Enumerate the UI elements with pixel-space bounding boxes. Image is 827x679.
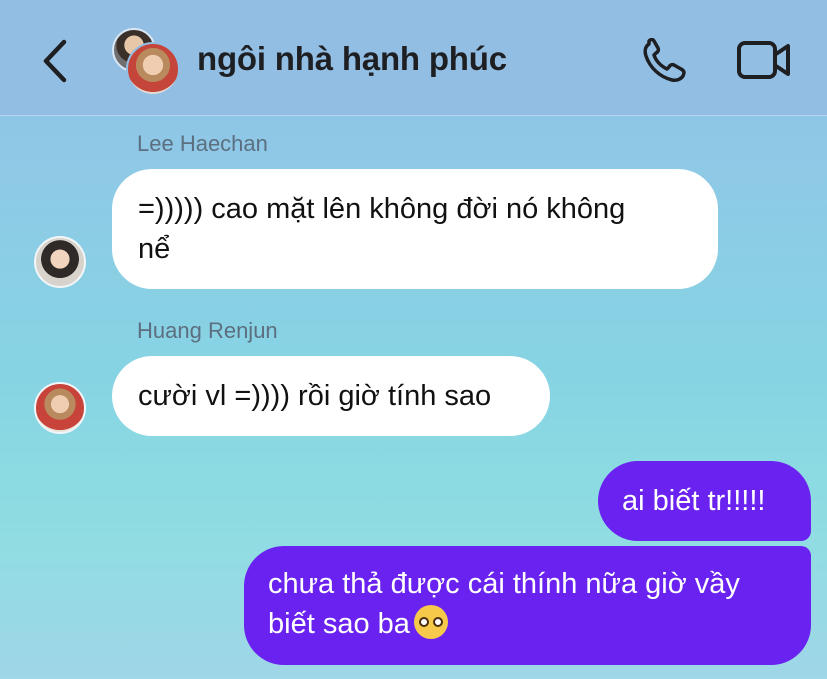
sender-name: Lee Haechan [137, 131, 268, 156]
video-camera-icon [737, 41, 790, 79]
pleading-face-emoji [413, 605, 448, 639]
group-avatar[interactable] [112, 28, 180, 96]
back-button[interactable] [38, 38, 74, 84]
sender-name: Huang Renjun [137, 318, 278, 343]
message-bubble[interactable]: chưa thả được cái thính nữa giờ vầy biết… [244, 546, 811, 665]
avatar[interactable] [34, 382, 86, 434]
message-bubble[interactable]: cười vl =)))) rồi giờ tính sao [112, 356, 550, 436]
avatar[interactable] [34, 236, 86, 288]
phone-icon [643, 37, 686, 82]
message-text: chưa thả được cái thính nữa giờ vầy biết… [268, 568, 740, 640]
message-bubble[interactable]: ai biết tr!!!!! [598, 461, 811, 541]
chat-title[interactable]: ngôi nhà hạnh phúc [197, 40, 507, 78]
chevron-left-icon [43, 39, 67, 83]
message-bubble[interactable]: =))))) cao mặt lên không đời nó không nể [112, 169, 718, 289]
chat-header: ngôi nhà hạnh phúc [0, 0, 827, 116]
call-button[interactable] [640, 37, 690, 84]
member-avatar [126, 42, 180, 96]
video-call-button[interactable] [736, 38, 792, 84]
